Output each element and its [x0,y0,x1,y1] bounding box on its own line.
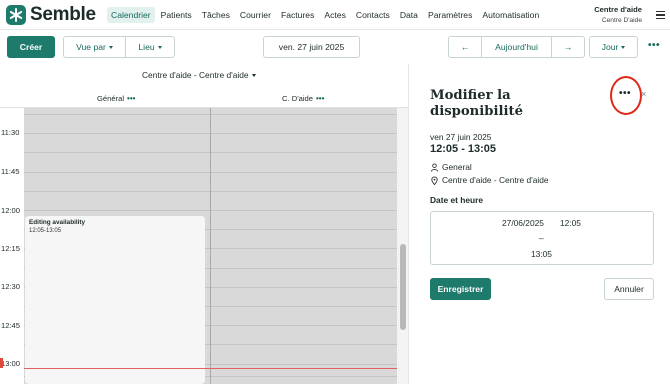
panel-location-row: Centre d'aide - Centre d'aide [430,175,549,185]
highlight-circle [610,76,642,115]
nav-item-actes[interactable]: Actes [320,7,350,23]
time-label: 13:00 [1,359,21,368]
view-by-dropdown[interactable]: Vue par [63,36,126,58]
time-label: 11:30 [1,128,20,137]
nav-item-factures[interactable]: Factures [277,7,318,23]
event-title: Editing availability [29,219,86,226]
panel-location: Centre d'aide - Centre d'aide [442,175,549,185]
availability-event[interactable]: Editing availability 12:05-13:05 [25,216,205,384]
panel-staff: General [442,162,472,172]
semble-logo[interactable]: Semble [6,4,96,26]
time-label: 12:15 [1,244,21,253]
hamburger-menu-icon[interactable] [656,11,665,19]
column-label: C. D'aide [282,94,313,103]
chevron-down-icon [251,74,256,78]
date-picker-button[interactable]: ven. 27 juin 2025 [263,36,360,58]
date-range-separator: – [539,233,544,243]
current-time-line [24,368,397,369]
nav-item-taches[interactable]: Tâches [198,7,234,23]
location-pin-icon [431,176,438,185]
location-header[interactable]: Centre d'aide - Centre d'aide [142,70,256,80]
chevron-down-icon [621,45,626,49]
time-gutter: 11:30 11:45 12:00 12:15 12:30 12:45 13:0… [0,108,24,384]
location-header-label: Centre d'aide - Centre d'aide [142,70,249,80]
account-name: Centre d'aide [594,5,642,14]
create-button[interactable]: Créer [7,36,55,58]
view-by-label: Vue par [76,42,106,52]
panel-time-range: 12:05 - 13:05 [430,143,497,155]
main-nav: Calendrier Patients Tâches Courrier Fact… [107,6,545,24]
calendar-scrollbar-thumb[interactable] [400,244,406,330]
date-time-input[interactable]: 27/06/2025 12:05 – 13:05 [430,211,654,265]
nav-item-parametres[interactable]: Paramètres [424,7,476,23]
date-time-section-label: Date et heure [430,195,484,205]
account-location: Centre D'aide [601,17,642,24]
save-button[interactable]: Enregistrer [430,278,491,300]
person-icon [430,162,439,172]
event-time: 12:05-13:05 [29,228,62,234]
time-label: 11:45 [1,167,20,176]
nav-item-courrier[interactable]: Courrier [236,7,275,23]
close-icon[interactable]: × [641,89,646,99]
nav-item-data[interactable]: Data [396,7,422,23]
previous-day-button[interactable]: ← [448,36,482,58]
time-label: 12:30 [1,282,21,291]
column-divider [210,108,211,384]
place-label: Lieu [138,42,155,52]
time-label: 12:00 [1,206,21,215]
column-more-icon[interactable]: ••• [127,94,135,103]
panel-staff-row: General [430,162,472,172]
toolbar-more-icon[interactable]: ••• [648,40,660,51]
view-mode-label: Jour [601,42,619,52]
chevron-down-icon [108,45,113,49]
start-date-value[interactable]: 27/06/2025 [502,218,544,228]
view-mode-dropdown[interactable]: Jour [589,36,638,58]
current-time-marker [0,358,3,368]
today-button[interactable]: Aujourd'hui [481,36,552,58]
nav-item-calendrier[interactable]: Calendrier [107,7,155,23]
start-time-value[interactable]: 12:05 [560,218,581,228]
nav-item-automatisation[interactable]: Automatisation [478,7,543,23]
account-switcher[interactable]: Centre d'aide Centre D'aide [594,5,642,24]
column-label: Général [97,94,125,103]
next-day-button[interactable]: → [551,36,585,58]
column-header-c-daide: C. D'aide ••• [282,94,324,103]
end-time-value[interactable]: 13:05 [531,249,552,259]
cancel-button[interactable]: Annuler [604,278,654,300]
top-navbar: Semble Calendrier Patients Tâches Courri… [0,0,670,30]
column-more-icon[interactable]: ••• [316,94,324,103]
place-dropdown[interactable]: Lieu [125,36,175,58]
time-label: 12:45 [1,321,21,330]
chevron-down-icon [157,45,162,49]
panel-title: Modifier la disponibilité [430,88,524,119]
nav-item-contacts[interactable]: Contacts [352,7,394,23]
panel-date: ven 27 juin 2025 [430,132,492,142]
nav-item-patients[interactable]: Patients [157,7,196,23]
column-header-general: Général ••• [97,94,135,103]
brand-name: Semble [30,4,96,25]
semble-logo-icon [6,5,26,25]
calendar-grid[interactable]: Editing availability 12:05-13:05 [24,108,397,384]
